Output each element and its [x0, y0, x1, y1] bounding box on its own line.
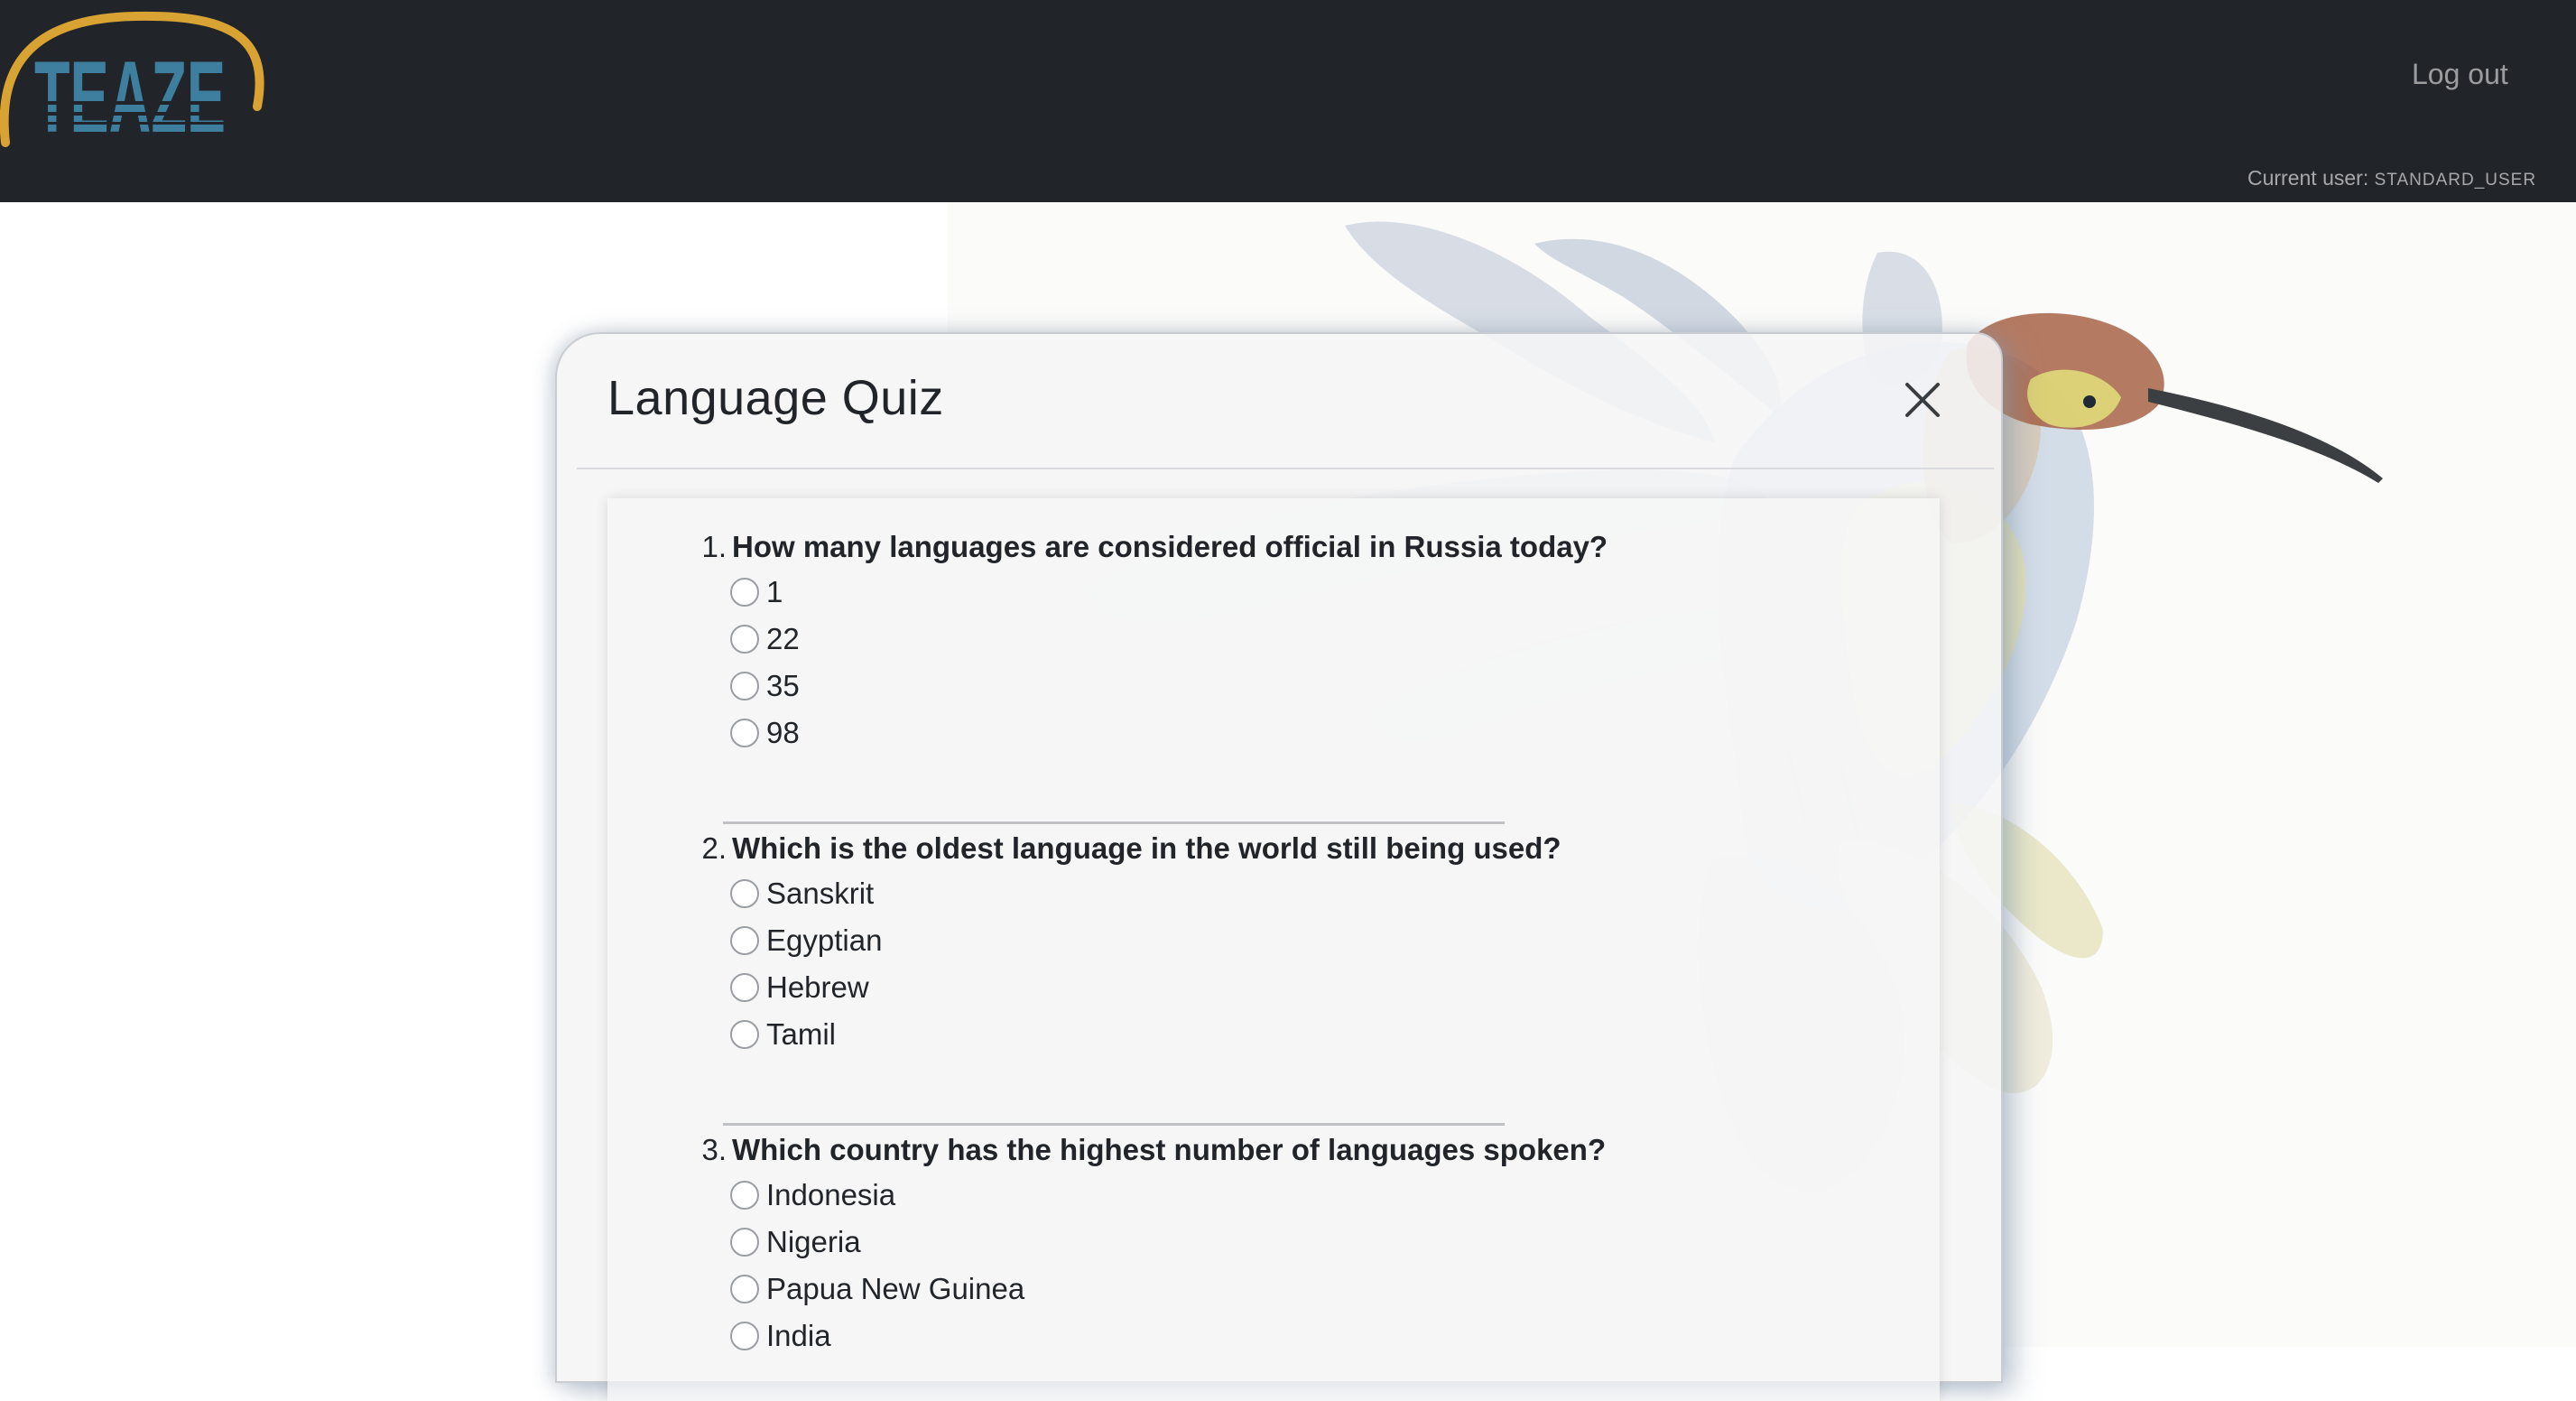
radio-button[interactable] — [730, 1181, 759, 1210]
option-label: 22 — [766, 622, 800, 655]
radio-button[interactable] — [730, 1228, 759, 1257]
logout-link[interactable]: Log out — [2412, 58, 2508, 91]
current-user-indicator: Current user: STANDARD_USER — [2247, 166, 2536, 190]
option-label: Hebrew — [766, 970, 869, 1004]
radio-button[interactable] — [730, 625, 759, 654]
option-label: 35 — [766, 669, 800, 702]
answer-option[interactable]: 35 — [690, 663, 1909, 710]
answer-option[interactable]: Tamil — [690, 1011, 1909, 1058]
answer-option[interactable]: Egyptian — [690, 917, 1909, 964]
current-user-label: Current user: — [2247, 166, 2369, 190]
radio-button[interactable] — [730, 1020, 759, 1049]
answer-option[interactable]: 98 — [690, 710, 1909, 756]
question-number: 2. — [701, 831, 727, 865]
answer-option[interactable]: Papua New Guinea — [690, 1266, 1909, 1313]
answer-option[interactable]: India — [690, 1313, 1909, 1359]
question-text: 2. Which is the oldest language in the wo… — [690, 830, 1909, 870]
question-text: 3. Which country has the highest number o… — [690, 1132, 1909, 1172]
radio-button[interactable] — [730, 926, 759, 955]
answer-option[interactable]: Sanskrit — [690, 870, 1909, 917]
option-label: Tamil — [766, 1017, 837, 1051]
close-icon[interactable] — [1900, 377, 1945, 422]
question-label: Which country has the highest number of … — [732, 1133, 1607, 1166]
top-navbar: TEAZE Log out Current user: STANDARD_USE… — [0, 0, 2576, 202]
option-label: Sanskrit — [766, 877, 875, 910]
question-3: 3. Which country has the highest number o… — [690, 1132, 1909, 1359]
radio-button[interactable] — [730, 1275, 759, 1304]
radio-button[interactable] — [730, 973, 759, 1002]
radio-button[interactable] — [730, 1322, 759, 1350]
option-label: Papua New Guinea — [766, 1272, 1025, 1305]
radio-button[interactable] — [730, 672, 759, 700]
question-number: 3. — [701, 1133, 727, 1166]
radio-button[interactable] — [730, 719, 759, 747]
option-label: India — [766, 1319, 831, 1352]
option-label: Egyptian — [766, 923, 883, 957]
modal-header-divider — [577, 468, 1994, 469]
answer-option[interactable]: Hebrew — [690, 964, 1909, 1011]
answer-option[interactable]: 1 — [690, 569, 1909, 616]
quiz-card: 1. How many languages are considered offi… — [607, 498, 1940, 1401]
question-label: How many languages are considered offici… — [732, 530, 1608, 563]
question-text: 1. How many languages are considered offi… — [690, 529, 1909, 569]
question-label: Which is the oldest language in the worl… — [732, 831, 1561, 865]
question-divider — [723, 1123, 1505, 1126]
current-user-name: STANDARD_USER — [2374, 171, 2537, 190]
option-label: Indonesia — [766, 1178, 896, 1211]
radio-button[interactable] — [730, 578, 759, 607]
option-label: 98 — [766, 716, 800, 749]
question-divider — [723, 821, 1505, 824]
logo-text: TEAZE — [34, 41, 226, 152]
answer-option[interactable]: Indonesia — [690, 1172, 1909, 1219]
option-label: Nigeria — [766, 1225, 861, 1258]
question-number: 1. — [701, 530, 727, 563]
option-label: 1 — [766, 575, 783, 608]
teaze-logo[interactable]: TEAZE — [0, 7, 271, 152]
radio-button[interactable] — [730, 879, 759, 908]
question-2: 2. Which is the oldest language in the wo… — [690, 830, 1909, 1058]
answer-option[interactable]: 22 — [690, 616, 1909, 663]
question-1: 1. How many languages are considered offi… — [690, 529, 1909, 756]
answer-option[interactable]: Nigeria — [690, 1219, 1909, 1266]
modal-title: Language Quiz — [607, 371, 944, 425]
quiz-modal: Language Quiz 1. How many languages are c… — [555, 332, 2003, 1401]
